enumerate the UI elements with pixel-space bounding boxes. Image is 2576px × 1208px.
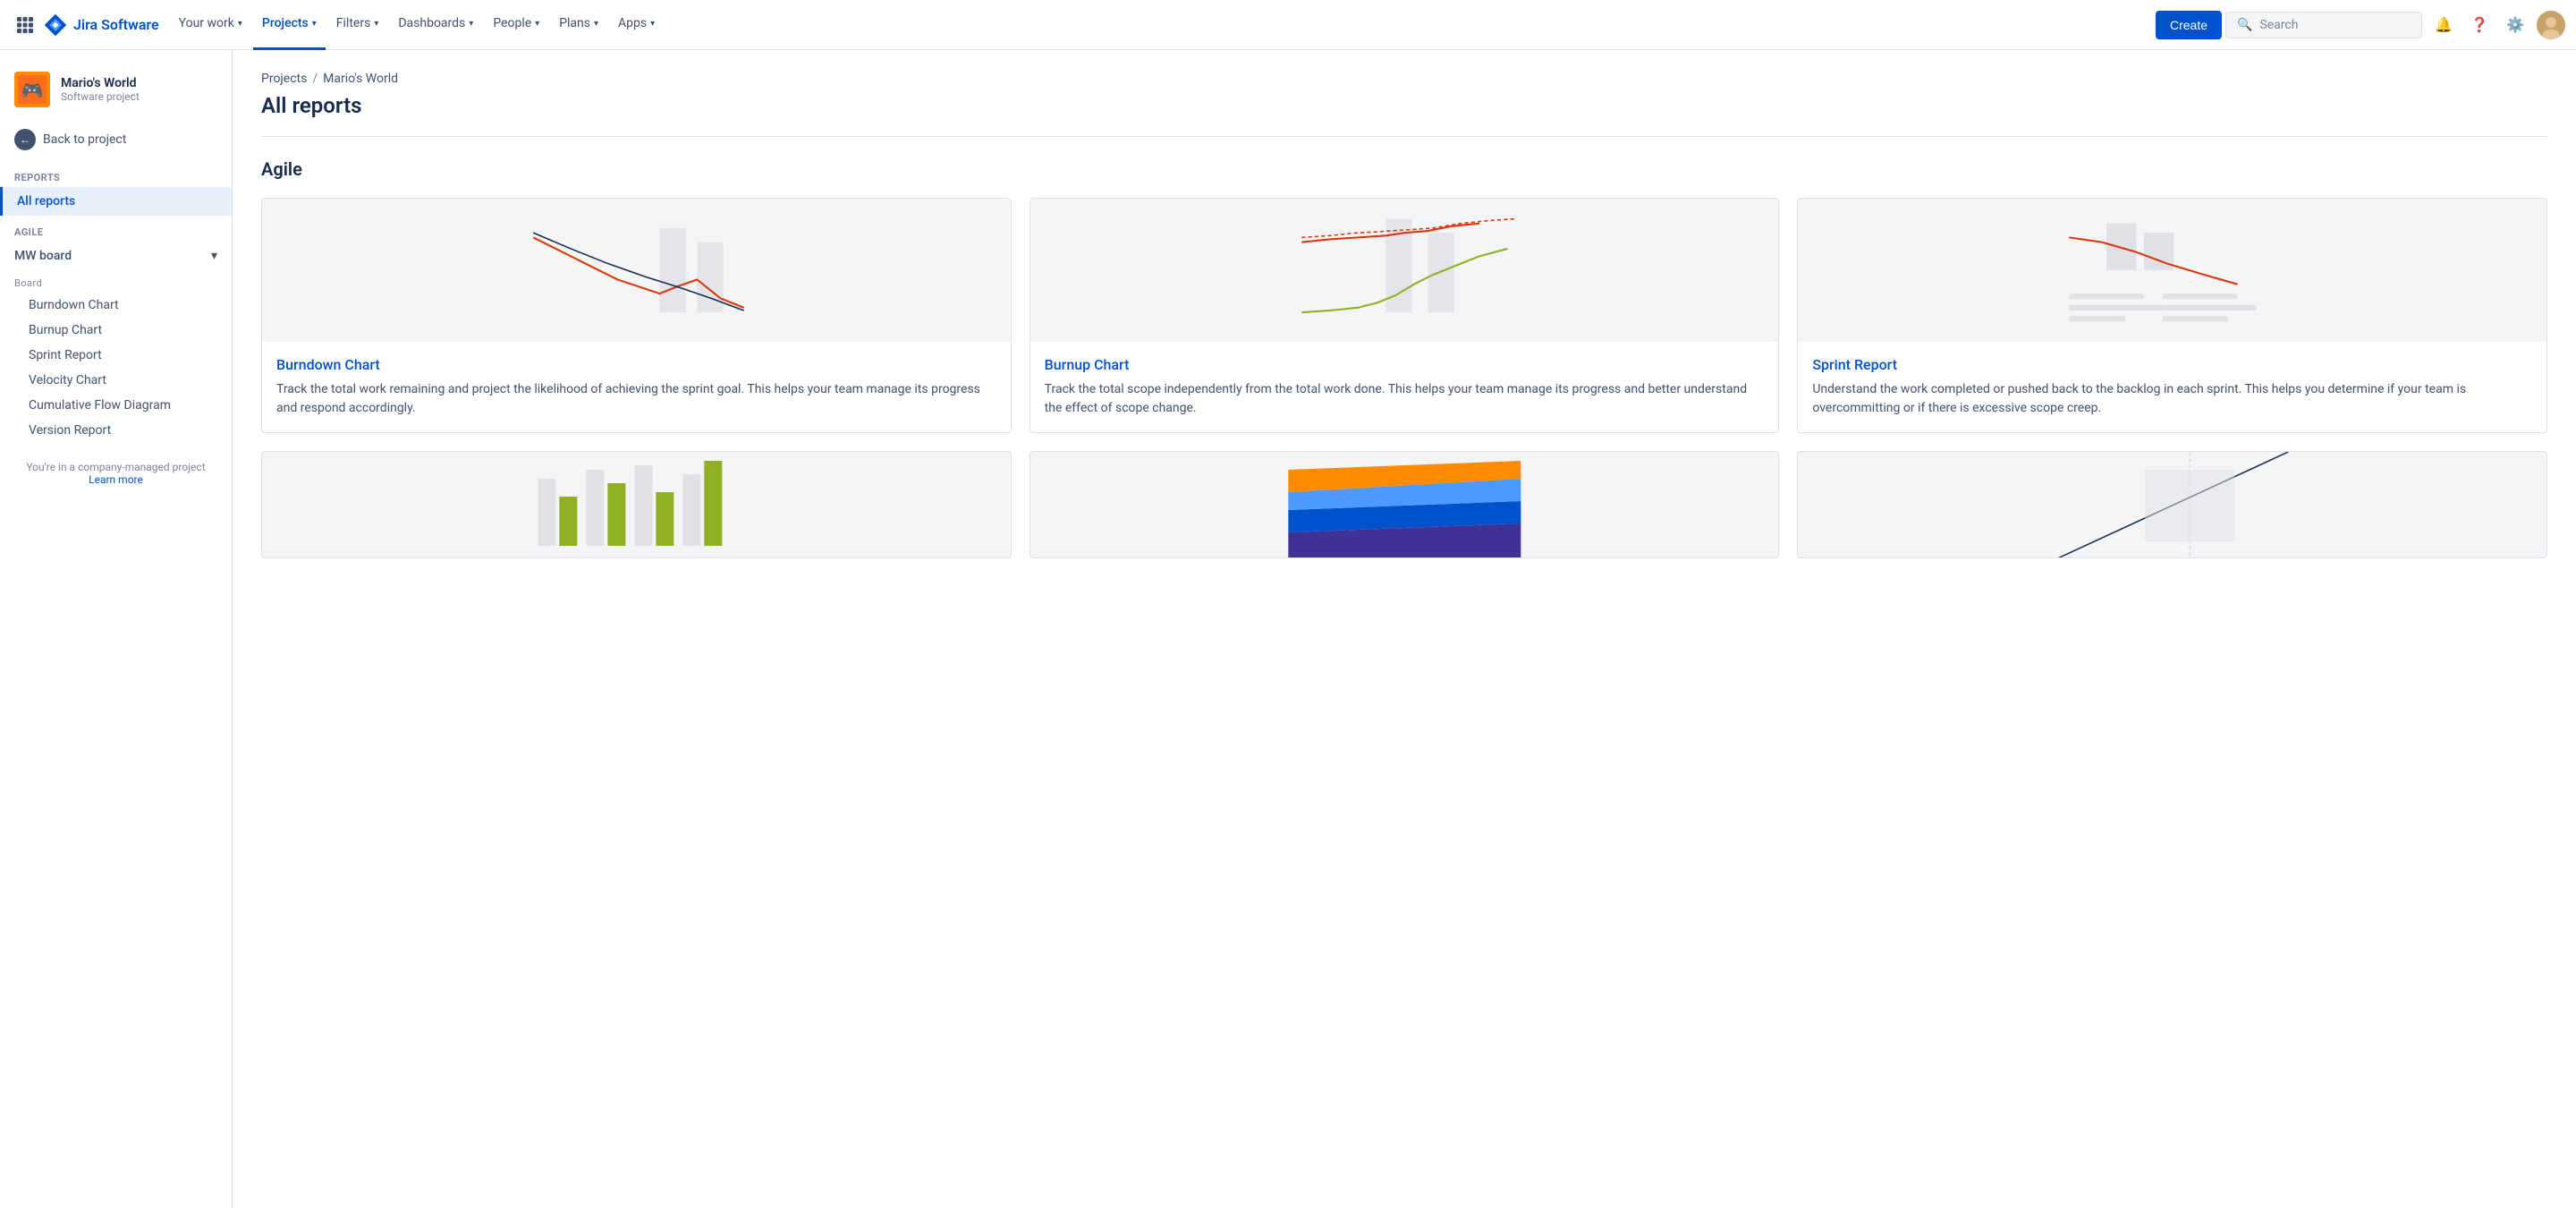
- board-type: Board: [0, 270, 232, 293]
- svg-text:🎮: 🎮: [21, 80, 44, 101]
- nav-dashboards[interactable]: Dashboards ▾: [389, 0, 482, 50]
- version-report-card-partial[interactable]: [1797, 451, 2547, 558]
- nav-people[interactable]: People ▾: [484, 0, 548, 50]
- project-icon: 🎮: [14, 72, 50, 107]
- breadcrumb: Projects / Mario's World: [261, 72, 2547, 86]
- nav-projects[interactable]: Projects ▾: [253, 0, 326, 50]
- search-placeholder: Search: [2259, 18, 2298, 32]
- sprint-desc: Understand the work completed or pushed …: [1812, 380, 2532, 418]
- nav-apps[interactable]: Apps ▾: [609, 0, 664, 50]
- jira-logo[interactable]: Jira Software: [43, 13, 159, 38]
- reports-heading: Reports: [0, 165, 232, 187]
- chevron-down-icon: ▾: [594, 19, 598, 29]
- chevron-down-icon: ▾: [535, 19, 539, 29]
- sidebar-footer: You're in a company-managed project Lear…: [0, 447, 232, 500]
- logo-text: Jira Software: [73, 16, 159, 33]
- sidebar-velocity-chart[interactable]: Velocity Chart: [0, 368, 232, 393]
- burnup-chart-preview: [1030, 199, 1779, 342]
- learn-more-link[interactable]: Learn more: [89, 473, 143, 486]
- breadcrumb-separator: /: [312, 72, 318, 86]
- sidebar-all-reports[interactable]: All reports: [0, 187, 232, 216]
- divider: [261, 136, 2547, 137]
- app-layout: 🎮 Mario's World Software project ← Back …: [0, 50, 2576, 1208]
- sidebar-burnup-chart[interactable]: Burnup Chart: [0, 318, 232, 343]
- sprint-report-card[interactable]: Sprint Report Understand the work comple…: [1797, 198, 2547, 433]
- version-chart-partial: [1798, 452, 2546, 558]
- burnup-title[interactable]: Burnup Chart: [1045, 356, 1765, 373]
- nav-right: 🔍 Search 🔔 ❓ ⚙️: [2225, 11, 2565, 39]
- burndown-card[interactable]: Burndown Chart Track the total work rema…: [261, 198, 1012, 433]
- back-to-project[interactable]: ← Back to project: [0, 122, 232, 157]
- chevron-down-icon: ▾: [312, 19, 317, 29]
- project-type: Software project: [61, 90, 140, 103]
- agile-label: AGILE: [0, 219, 232, 242]
- burndown-card-body: Burndown Chart Track the total work rema…: [262, 342, 1011, 432]
- sidebar-cumulative-flow[interactable]: Cumulative Flow Diagram: [0, 393, 232, 418]
- settings-button[interactable]: ⚙️: [2501, 11, 2529, 39]
- sidebar: 🎮 Mario's World Software project ← Back …: [0, 50, 233, 1208]
- breadcrumb-projects[interactable]: Projects: [261, 72, 307, 86]
- sidebar-version-report[interactable]: Version Report: [0, 418, 232, 443]
- sprint-chart-preview: [1798, 199, 2546, 342]
- nav-items: Your work ▾ Projects ▾ Filters ▾ Dashboa…: [170, 0, 2148, 50]
- sidebar-sprint-report[interactable]: Sprint Report: [0, 343, 232, 368]
- burndown-chart-preview: [262, 199, 1011, 342]
- user-avatar[interactable]: [2537, 11, 2565, 39]
- sprint-card-body: Sprint Report Understand the work comple…: [1798, 342, 2546, 432]
- burnup-card[interactable]: Burnup Chart Track the total scope indep…: [1030, 198, 1780, 433]
- create-button[interactable]: Create: [2156, 11, 2222, 39]
- chevron-down-icon: ▾: [211, 249, 217, 263]
- mw-board-header[interactable]: MW board ▾: [0, 242, 232, 270]
- chevron-down-icon: ▾: [469, 19, 473, 29]
- main-content: Projects / Mario's World All reports Agi…: [233, 50, 2576, 1208]
- reports-grid-partial: [261, 451, 2547, 558]
- search-box[interactable]: 🔍 Search: [2225, 12, 2422, 38]
- project-name: Mario's World: [61, 76, 140, 90]
- agile-section: AGILE MW board ▾ Board Burndown Chart Bu…: [0, 216, 232, 447]
- back-arrow-icon: ←: [14, 129, 36, 150]
- notifications-button[interactable]: 🔔: [2429, 11, 2458, 39]
- sidebar-burndown-chart[interactable]: Burndown Chart: [0, 293, 232, 318]
- chevron-down-icon: ▾: [238, 19, 242, 29]
- reports-grid: Burndown Chart Track the total work rema…: [261, 198, 2547, 433]
- nav-plans[interactable]: Plans ▾: [550, 0, 607, 50]
- breadcrumb-mario[interactable]: Mario's World: [323, 72, 398, 86]
- velocity-card-partial[interactable]: [261, 451, 1012, 558]
- burndown-title[interactable]: Burndown Chart: [276, 356, 996, 373]
- chevron-down-icon: ▾: [650, 19, 655, 29]
- agile-section-title: Agile: [261, 158, 2547, 180]
- burndown-desc: Track the total work remaining and proje…: [276, 380, 996, 418]
- top-nav: Jira Software Your work ▾ Projects ▾ Fil…: [0, 0, 2576, 50]
- help-button[interactable]: ❓: [2465, 11, 2494, 39]
- chevron-down-icon: ▾: [374, 19, 378, 29]
- burnup-desc: Track the total scope independently from…: [1045, 380, 1765, 418]
- cumulative-flow-card-partial[interactable]: [1030, 451, 1780, 558]
- nav-your-work[interactable]: Your work ▾: [170, 0, 251, 50]
- sidebar-project: 🎮 Mario's World Software project: [0, 64, 232, 122]
- cumulative-chart-partial: [1030, 452, 1779, 558]
- nav-filters[interactable]: Filters ▾: [327, 0, 388, 50]
- sprint-title[interactable]: Sprint Report: [1812, 356, 2532, 373]
- page-title: All reports: [261, 93, 2547, 118]
- search-icon: 🔍: [2237, 18, 2252, 32]
- grid-icon[interactable]: [11, 11, 39, 39]
- velocity-chart-partial: [262, 452, 1011, 558]
- burnup-card-body: Burnup Chart Track the total scope indep…: [1030, 342, 1779, 432]
